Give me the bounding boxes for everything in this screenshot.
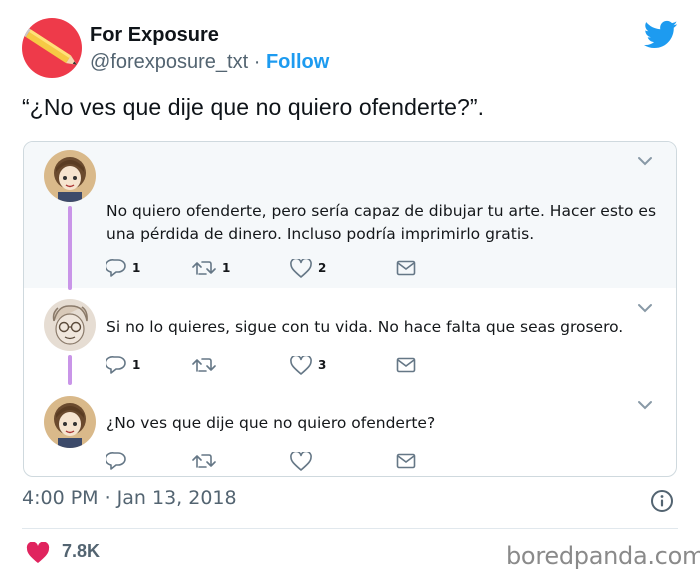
- like-button[interactable]: 2: [290, 257, 326, 279]
- reply-text: No quiero ofenderte, pero sería capaz de…: [106, 202, 657, 243]
- retweet-button[interactable]: 1: [192, 257, 230, 279]
- reply-count: 1: [132, 261, 141, 275]
- retweet-button[interactable]: [192, 450, 216, 472]
- reply-icon: [106, 452, 126, 470]
- anime-girl-avatar-icon: [44, 150, 96, 202]
- chevron-down-icon[interactable]: [634, 300, 656, 316]
- tweet-header: For Exposure @forexposure_txt · Follow: [22, 18, 682, 82]
- reply-count: 1: [132, 358, 141, 372]
- heart-outline-icon: [290, 258, 312, 278]
- thread-connector: [68, 355, 72, 385]
- pencil-logo-icon: [22, 26, 77, 65]
- anime-girl-avatar-icon: [44, 396, 96, 448]
- reply-icon: [106, 259, 126, 277]
- like-button[interactable]: [290, 450, 312, 472]
- follow-button[interactable]: Follow: [266, 51, 329, 73]
- author-handle-line: @forexposure_txt · Follow: [90, 51, 329, 74]
- retweet-icon: [192, 358, 216, 372]
- action-bar: [106, 450, 416, 472]
- author-handle[interactable]: @forexposure_txt: [90, 51, 248, 73]
- reply-text: ¿No ves que dije que no quiero ofenderte…: [106, 414, 436, 432]
- thread-reply[interactable]: No quiero ofenderte, pero sería capaz de…: [24, 142, 676, 290]
- like-count: 2: [318, 261, 327, 275]
- dm-button[interactable]: [396, 450, 416, 472]
- avatar[interactable]: [44, 150, 96, 202]
- like-button[interactable]: 3: [290, 354, 326, 376]
- chevron-down-icon[interactable]: [634, 153, 656, 169]
- action-bar: 1 1 2: [106, 257, 416, 279]
- tweet-text: “¿No ves que dije que no quiero ofendert…: [22, 94, 485, 120]
- thread-reply[interactable]: Si no lo quieres, sigue con tu vida. No …: [24, 288, 676, 385]
- author-name[interactable]: For Exposure: [90, 24, 219, 47]
- reply-icon: [106, 356, 126, 374]
- retweet-count: 1: [222, 261, 231, 275]
- thread-connector: [68, 206, 72, 290]
- envelope-icon: [396, 260, 416, 276]
- retweet-icon: [192, 454, 216, 468]
- watermark: boredpanda.com: [506, 542, 700, 570]
- heart-filled-icon[interactable]: [26, 542, 50, 564]
- reply-button[interactable]: 1: [106, 257, 140, 279]
- author-avatar[interactable]: [22, 18, 82, 78]
- tweet-timestamp[interactable]: 4:00 PM · Jan 13, 2018: [22, 487, 237, 509]
- twitter-bird-icon[interactable]: [644, 20, 678, 50]
- retweet-button[interactable]: [192, 354, 222, 376]
- tweet-like-count: 7.8K: [62, 541, 101, 561]
- reply-text: Si no lo quieres, sigue con tu vida. No …: [106, 318, 624, 336]
- reply-button[interactable]: [106, 450, 126, 472]
- handle-separator: ·: [253, 51, 261, 73]
- sketch-face-avatar-icon: [44, 299, 96, 351]
- thread-reply[interactable]: ¿No ves que dije que no quiero ofenderte…: [24, 384, 676, 476]
- reply-button[interactable]: 1: [106, 354, 140, 376]
- avatar[interactable]: [44, 299, 96, 351]
- action-bar: 1 3: [106, 354, 416, 376]
- envelope-icon: [396, 453, 416, 469]
- heart-outline-icon: [290, 355, 312, 375]
- heart-outline-icon: [290, 451, 312, 471]
- info-icon[interactable]: [650, 489, 674, 513]
- footer-divider: [22, 528, 678, 529]
- dm-button[interactable]: [396, 257, 416, 279]
- envelope-icon: [396, 357, 416, 373]
- avatar[interactable]: [44, 396, 96, 448]
- embedded-thread-card[interactable]: No quiero ofenderte, pero sería capaz de…: [23, 141, 677, 477]
- like-count: 3: [318, 358, 327, 372]
- retweet-icon: [192, 261, 216, 275]
- dm-button[interactable]: [396, 354, 416, 376]
- chevron-down-icon[interactable]: [634, 397, 656, 413]
